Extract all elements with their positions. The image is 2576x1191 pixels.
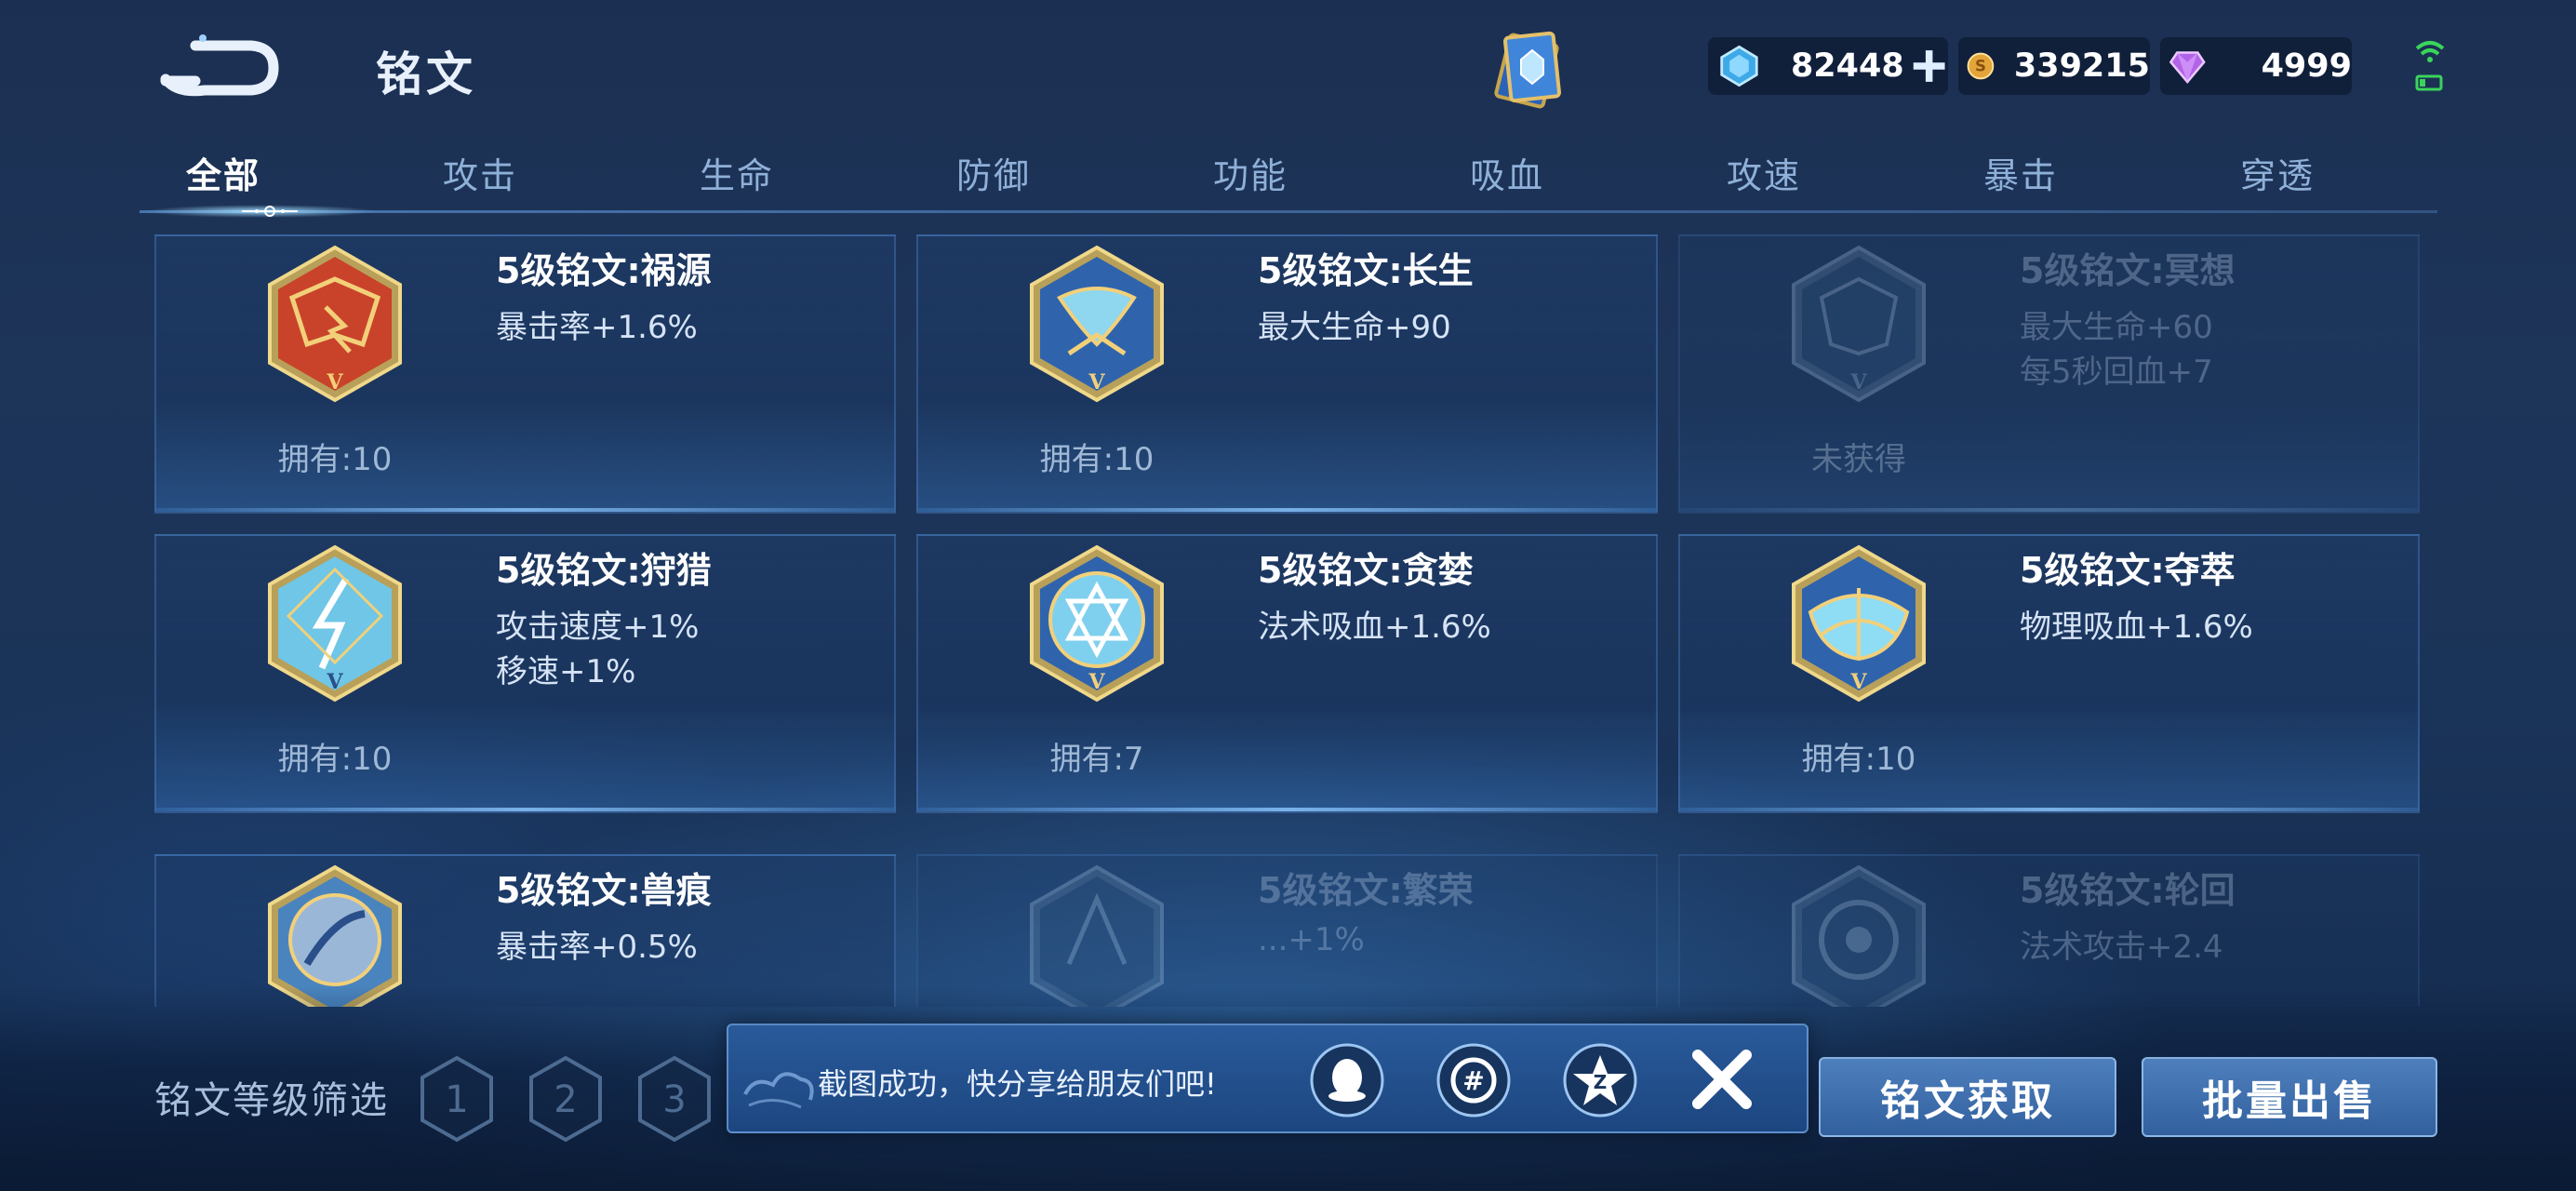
rune-stat: 最大生命+90 <box>1258 309 1451 346</box>
rune-card-locked[interactable]: V 5级铭文:冥想 最大生命+60 每5秒回血+7 未获得 <box>1678 234 2420 514</box>
rune-emblem-icon <box>1792 864 1926 1007</box>
rune-stat: 物理吸血+1.6% <box>2020 609 2253 646</box>
gold-value: 339215 <box>2013 47 2150 85</box>
tab-attack[interactable]: 攻击 <box>387 147 573 198</box>
svg-text:S: S <box>1975 58 1986 75</box>
rune-card[interactable]: V 5级铭文:贪婪 法术吸血+1.6% 拥有:7 <box>916 534 1658 813</box>
tab-all[interactable]: 全部 <box>130 147 316 198</box>
tab-penetration[interactable]: 穿透 <box>2184 147 2370 198</box>
gem-icon <box>2169 51 2206 85</box>
rune-emblem-icon: V <box>1030 544 1164 703</box>
qzone-icon[interactable]: Z <box>1562 1042 1638 1118</box>
rune-name: 5级铭文:长生 <box>1258 250 1474 291</box>
rune-card-locked[interactable]: 5级铭文:繁荣 ...+1% <box>916 854 1658 1007</box>
svg-text:V: V <box>326 670 343 694</box>
svg-text:Z: Z <box>1594 1071 1608 1093</box>
level-filter-label: 铭文等级筛选 <box>154 1079 389 1122</box>
level-filter-2-label: 2 <box>554 1078 577 1121</box>
cloud-decoration-icon <box>743 1072 814 1109</box>
rune-card-locked[interactable]: 5级铭文:轮回 法术攻击+2.4 <box>1678 854 2420 1007</box>
rune-stat: 每5秒回血+7 <box>2020 354 2213 391</box>
diamond-balance: 82448 <box>1708 37 1948 95</box>
rune-card[interactable]: 5级铭文:兽痕 暴击率+0.5% <box>154 854 896 1007</box>
category-tabs: 全部 攻击 生命 防御 功能 吸血 攻速 暴击 穿透 <box>140 140 2437 218</box>
page-title: 铭文 <box>376 47 476 101</box>
level-filter-1[interactable]: 1 <box>417 1054 497 1144</box>
rune-name: 5级铭文:贪婪 <box>1258 550 1474 591</box>
gem-balance: 4999 <box>2160 37 2352 95</box>
rune-grid: V 5级铭文:祸源 暴击率+1.6% 拥有:10 V 5级铭文:长生 最大生命+… <box>154 234 2421 1007</box>
rune-name: 5级铭文:祸源 <box>496 250 712 291</box>
qq-icon[interactable] <box>1309 1042 1385 1118</box>
level-filter-3[interactable]: 3 <box>634 1054 714 1144</box>
gold-balance: S 339215 <box>1958 37 2150 95</box>
level-filter-3-label: 3 <box>662 1078 686 1121</box>
rune-card[interactable]: V 5级铭文:狩猎 攻击速度+1% 移速+1% 拥有:10 <box>154 534 896 813</box>
rune-card[interactable]: V 5级铭文:长生 最大生命+90 拥有:10 <box>916 234 1658 514</box>
rune-owned-count: 拥有:10 <box>1801 741 1916 778</box>
rune-owned-count: 拥有:10 <box>1039 441 1155 478</box>
active-tab-dots <box>242 206 298 217</box>
tab-health[interactable]: 生命 <box>644 147 830 198</box>
rune-owned-count: 拥有:10 <box>277 441 393 478</box>
level-filter-2[interactable]: 2 <box>526 1054 606 1144</box>
close-icon[interactable] <box>1687 1044 1757 1115</box>
rune-stat: 暴击率+0.5% <box>496 929 698 966</box>
rune-stat: 攻击速度+1% <box>496 609 700 646</box>
share-toast: 截图成功，快分享给朋友们吧! # Z <box>727 1024 1809 1133</box>
rune-stat: 暴击率+1.6% <box>496 309 698 346</box>
rune-stat: 法术攻击+2.4 <box>2020 929 2223 966</box>
diamond-value: 82448 <box>1790 47 1904 85</box>
top-bar: 铭文 82448 S 339215 4999 <box>0 0 2576 140</box>
rune-name: 5级铭文:繁荣 <box>1258 870 1474 911</box>
rune-name: 5级铭文:冥想 <box>2020 250 2236 291</box>
rune-stat: 移速+1% <box>496 653 636 690</box>
rune-owned-count: 拥有:10 <box>277 741 393 778</box>
gold-coin-icon: S <box>1967 52 1995 80</box>
svg-text:V: V <box>1088 670 1105 694</box>
rune-emblem-icon: V <box>1792 245 1926 403</box>
diamond-icon <box>1720 45 1758 87</box>
rune-stat: 法术吸血+1.6% <box>1258 609 1491 646</box>
rune-emblem-icon: V <box>1030 245 1164 403</box>
card-pack-icon[interactable] <box>1484 26 1577 114</box>
rune-emblem-icon: V <box>268 245 402 403</box>
rune-card[interactable]: V 5级铭文:祸源 暴击率+1.6% 拥有:10 <box>154 234 896 514</box>
acquire-rune-button[interactable]: 铭文获取 <box>1819 1057 2116 1137</box>
level-filter-1-label: 1 <box>445 1078 468 1121</box>
tab-defense[interactable]: 防御 <box>901 147 1087 198</box>
rune-name: 5级铭文:狩猎 <box>496 550 712 591</box>
share-message: 截图成功，快分享给朋友们吧! <box>818 1066 1217 1102</box>
moments-icon[interactable]: # <box>1435 1042 1512 1118</box>
svg-text:V: V <box>1849 670 1867 694</box>
rune-stat: ...+1% <box>1258 921 1365 958</box>
svg-text:#: # <box>1462 1065 1484 1096</box>
rune-name: 5级铭文:兽痕 <box>496 870 712 911</box>
rune-emblem-icon: V <box>268 544 402 703</box>
svg-text:V: V <box>1088 370 1105 395</box>
tab-function[interactable]: 功能 <box>1157 147 1343 198</box>
rune-emblem-icon: V <box>1792 544 1926 703</box>
rune-card[interactable]: V 5级铭文:夺萃 物理吸血+1.6% 拥有:10 <box>1678 534 2420 813</box>
gem-value: 4999 <box>2261 47 2352 85</box>
rune-owned-count: 拥有:7 <box>1049 741 1144 778</box>
rune-emblem-icon <box>1030 864 1164 1007</box>
rune-owned-count: 未获得 <box>1811 441 1906 478</box>
wifi-battery-icon <box>2415 41 2445 91</box>
tab-crit[interactable]: 暴击 <box>1928 147 2114 198</box>
rune-name: 5级铭文:轮回 <box>2020 870 2236 911</box>
rune-emblem-icon <box>268 864 402 1007</box>
bulk-sell-button[interactable]: 批量出售 <box>2142 1057 2437 1137</box>
back-button[interactable] <box>158 33 279 98</box>
tab-lifesteal[interactable]: 吸血 <box>1414 147 1600 198</box>
rune-stat: 最大生命+60 <box>2020 309 2213 346</box>
svg-text:V: V <box>326 370 343 395</box>
tab-divider <box>140 210 2437 213</box>
tab-attack-speed[interactable]: 攻速 <box>1671 147 1857 198</box>
rune-name: 5级铭文:夺萃 <box>2020 550 2236 591</box>
svg-text:V: V <box>1849 370 1867 395</box>
add-diamond-icon[interactable] <box>1910 46 1948 87</box>
